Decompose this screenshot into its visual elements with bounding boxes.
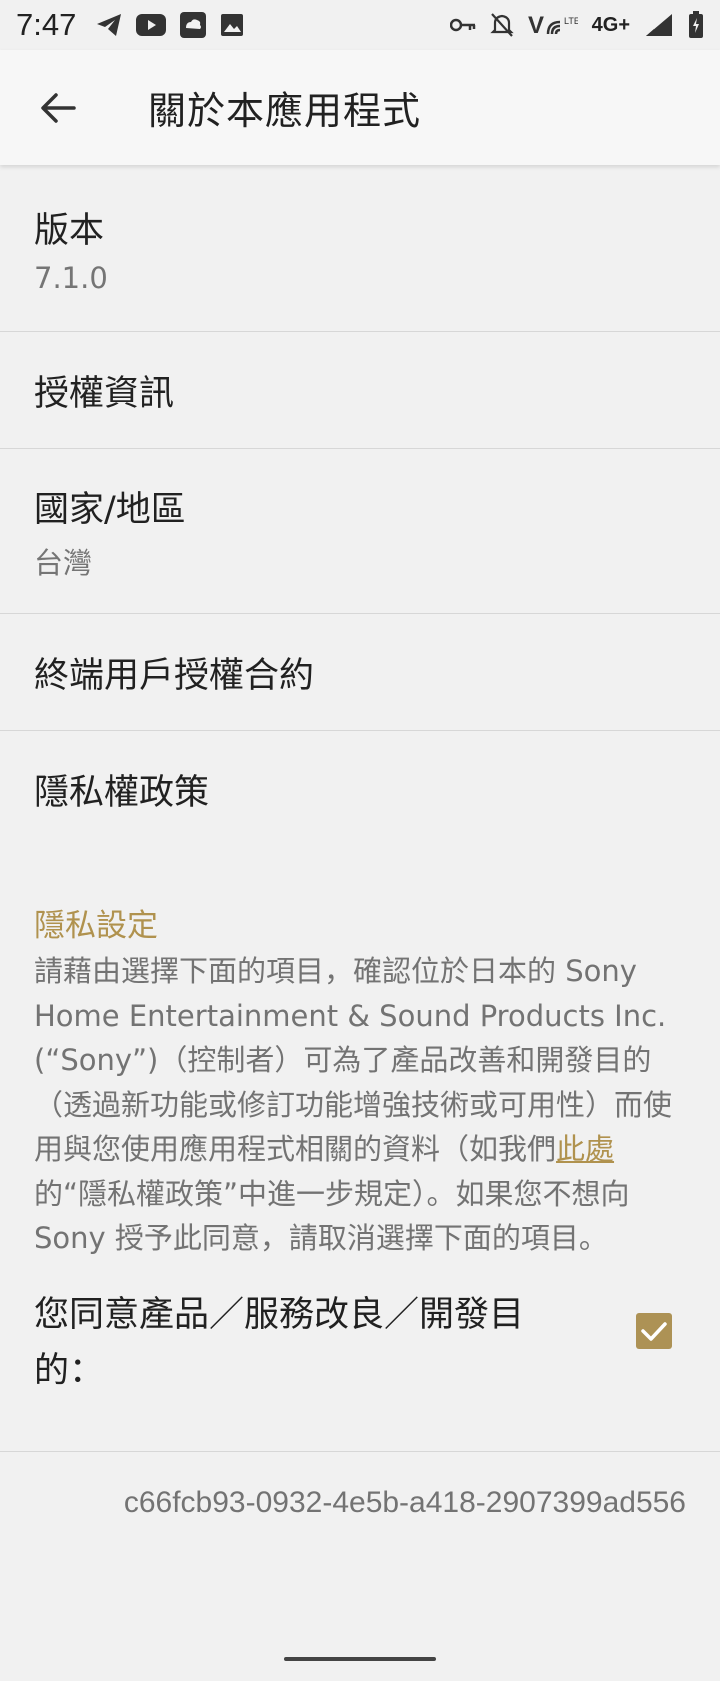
privacy-settings-section: 隱私設定 請藉由選擇下面的項目，確認位於日本的 Sony Home Entert… xyxy=(0,848,720,1452)
consent-checkbox[interactable] xyxy=(636,1312,672,1349)
svg-text:LTE: LTE xyxy=(564,16,578,26)
version-value: 7.1.0 xyxy=(34,261,108,295)
privacy-policy-row[interactable]: 隱私權政策 xyxy=(0,731,720,848)
status-time: 7:47 xyxy=(16,7,77,42)
privacy-settings-title: 隱私設定 xyxy=(34,908,158,944)
app-bar: 關於本應用程式 xyxy=(0,50,720,165)
home-indicator[interactable] xyxy=(284,1657,436,1661)
page-title: 關於本應用程式 xyxy=(148,89,422,133)
network-type: 4G+ xyxy=(591,13,630,36)
country-region-value: 台灣 xyxy=(34,545,93,580)
eula-label: 終端用戶授權合約 xyxy=(34,655,315,696)
arrow-left-icon xyxy=(41,92,76,123)
signal-icon xyxy=(644,12,674,38)
privacy-here-link[interactable]: 此處 xyxy=(556,1132,614,1166)
status-bar: 7:47 V LTE 4G+ xyxy=(0,0,720,50)
telegram-icon xyxy=(96,13,122,37)
back-button[interactable] xyxy=(28,78,88,138)
checkmark-icon xyxy=(641,1321,667,1341)
consent-label: 您同意產品／服務改良／開發目的： xyxy=(34,1294,525,1391)
version-label: 版本 xyxy=(34,211,105,251)
consent-row[interactable]: 您同意產品／服務改良／開發目的： xyxy=(34,1287,686,1399)
gallery-icon xyxy=(220,13,244,37)
device-id-text: c66fcb93-0932-4e5b-a418-2907399ad556 xyxy=(123,1486,686,1519)
volte-icon: V LTE xyxy=(528,12,578,38)
country-region-label: 國家/地區 xyxy=(34,489,186,530)
battery-icon xyxy=(688,11,704,39)
license-info-row[interactable]: 授權資訊 xyxy=(0,332,720,449)
youtube-icon xyxy=(136,14,167,36)
privacy-policy-label: 隱私權政策 xyxy=(34,773,210,813)
svg-text:V: V xyxy=(528,12,544,38)
eula-row[interactable]: 終端用戶授權合約 xyxy=(0,614,720,731)
privacy-text-part2: 的“隱私權政策”中進一步規定）。如果您不想向 Sony 授予此同意，請取消選擇下… xyxy=(34,1176,630,1256)
privacy-description: 請藉由選擇下面的項目，確認位於日本的 Sony Home Entertainme… xyxy=(34,949,674,1261)
license-info-label: 授權資訊 xyxy=(34,373,175,414)
country-region-row[interactable]: 國家/地區 台灣 xyxy=(0,449,720,614)
cloud-app-icon xyxy=(180,12,207,38)
bell-off-icon xyxy=(489,12,514,38)
key-icon xyxy=(449,17,476,33)
version-row[interactable]: 版本 7.1.0 xyxy=(0,166,720,332)
settings-list: 版本 7.1.0 授權資訊 國家/地區 台灣 終端用戶授權合約 隱私權政策 隱私… xyxy=(0,166,720,1520)
